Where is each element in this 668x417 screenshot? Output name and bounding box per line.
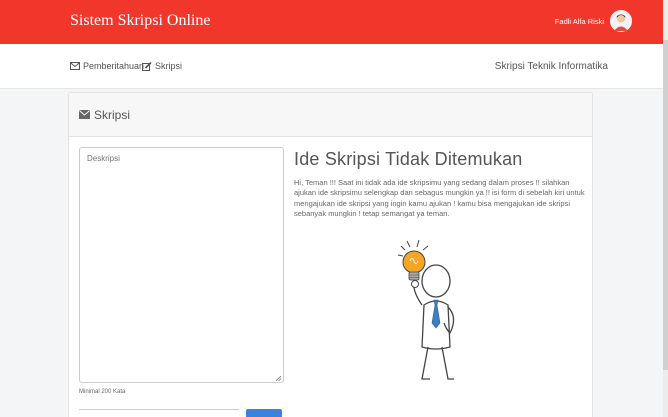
notice-title: Ide Skripsi Tidak Ditemukan xyxy=(294,149,523,169)
nav-link-label: Pemberitahuan xyxy=(83,61,145,71)
program-name: Skripsi Teknik Informatika xyxy=(494,61,608,72)
word-count-hint: Minimal 200 Kata xyxy=(79,389,126,395)
nav-link-skripsi[interactable]: Skripsi xyxy=(142,61,182,71)
notice-panel: Ide Skripsi Tidak Ditemukan Hi, Teman !!… xyxy=(294,149,589,380)
user-avatar-icon xyxy=(610,10,632,32)
resize-handle-icon[interactable] xyxy=(275,375,281,381)
envelope-icon xyxy=(70,62,80,70)
nav-link-label: Skripsi xyxy=(155,61,183,71)
submit-button[interactable] xyxy=(246,409,282,417)
idea-illustration xyxy=(397,239,455,380)
notice-text: Hi, Teman !!! Saat ini tidak ada ide skr… xyxy=(294,178,585,219)
sub-navbar: Pemberitahuan Skripsi Skripsi Teknik Inf… xyxy=(0,44,668,89)
next-input[interactable] xyxy=(79,409,239,417)
nav-link-pemberitahuan[interactable]: Pemberitahuan xyxy=(70,61,144,71)
envelope-icon xyxy=(79,110,90,119)
page-scrollbar[interactable] xyxy=(663,0,668,417)
user-name[interactable]: Fadli Alfa Riski xyxy=(555,17,604,26)
scrollbar-thumb[interactable] xyxy=(663,40,668,370)
brand-title[interactable]: Sistem Skripsi Online xyxy=(70,12,210,30)
card-header: Skripsi xyxy=(69,93,592,137)
user-menu[interactable]: Fadli Alfa Riski xyxy=(555,10,632,32)
skripsi-card: Skripsi Minimal 200 Kata Ide Skripsi Tid… xyxy=(68,92,593,417)
description-textarea[interactable] xyxy=(79,147,284,383)
top-navbar: Sistem Skripsi Online Fadli Alfa Riski xyxy=(0,0,668,44)
card-title: Skripsi xyxy=(94,107,131,122)
edit-icon xyxy=(142,61,152,71)
avatar[interactable] xyxy=(610,10,632,32)
